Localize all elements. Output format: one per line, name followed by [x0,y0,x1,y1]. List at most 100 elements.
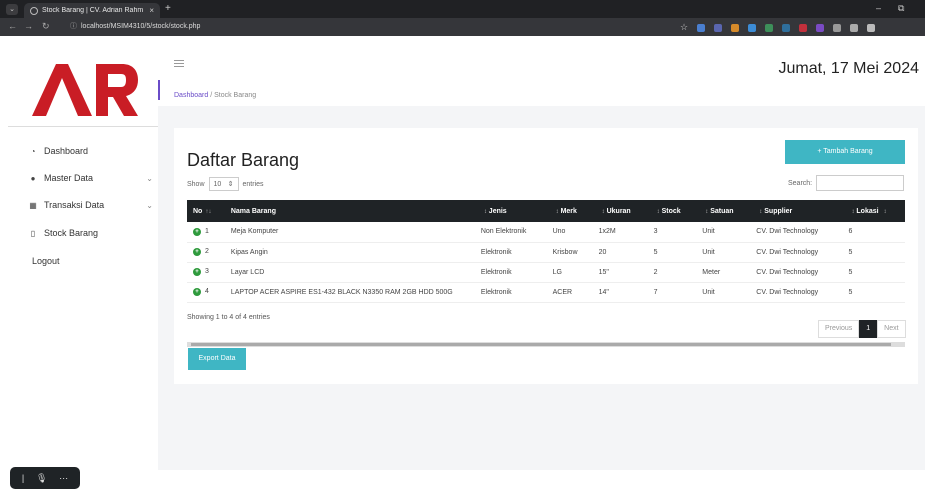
window-restore-button[interactable]: ⧉ [898,3,904,14]
reload-icon[interactable]: ↻ [42,21,50,32]
table-row: +4 LAPTOP ACER ASPIRE ES1-432 BLACK N335… [187,282,905,303]
entries-value: 10 [213,181,222,188]
page-title: Daftar Barang [187,150,300,170]
column-header-stock[interactable]: ↕ Stock [648,200,697,222]
url-text: localhost/MSIM4310/5/stock/stock.php [81,23,201,30]
add-item-button[interactable]: + Tambah Barang [785,140,905,164]
document-icon: ▯ [30,228,36,238]
extension-icon[interactable] [697,23,706,32]
back-icon[interactable]: ← [8,21,17,31]
column-header-jenis[interactable]: ↕ Jenis [475,200,547,222]
column-header-merk[interactable]: ↕ Merk [547,200,593,222]
extension-icon[interactable] [731,23,740,32]
voice-toolbar: | 🎙 ⋯ [10,467,80,489]
next-page-button[interactable]: Next [877,320,906,338]
dashboard-icon: ◔ [30,146,36,156]
sidebar-item-stock-barang[interactable]: ▯ Stock Barang [28,228,153,238]
sidebar-item-label: Master Data [44,173,94,183]
sidebar-item-label: Transaksi Data [44,200,105,210]
expand-row-icon[interactable]: + [193,268,201,276]
stock-table: No ↑↓ Nama Barang ↕ Jenis ↕ Merk ↕ Ukuran… [187,200,905,303]
site-info-icon[interactable]: ⓘ [70,20,77,34]
sort-icon: ↕ [705,208,709,215]
sidebar-item-transaksi-data[interactable]: ▦ Transaksi Data ⌄ [28,200,153,210]
scrollbar-thumb[interactable] [191,343,891,346]
column-header-lokasi[interactable]: ↕ Lokasi ↕ [842,200,905,222]
browser-tab-bar: ⌄ Stock Barang | CV. Adrian Rahm × + – ⧉ [0,0,925,18]
table-row: +3 Layar LCD Elektronik LG 15" 2 Meter C… [187,262,905,283]
entries-label: entries [242,180,264,188]
column-header-ukuran[interactable]: ↕ Ukuran [593,200,648,222]
tab-search-icon[interactable]: ⌄ [6,4,18,15]
expand-row-icon[interactable]: + [193,288,201,296]
sidebar-item-label: Dashboard [44,146,89,156]
sidebar-item-master-data[interactable]: ● Master Data ⌄ [28,173,153,183]
footer [158,470,925,503]
previous-page-button[interactable]: Previous [818,320,860,338]
extensions-puzzle-icon[interactable] [850,23,859,32]
breadcrumb: Dashboard / Stock Barang [174,92,256,99]
sort-icon: ↕ [759,208,763,215]
browser-tab[interactable]: Stock Barang | CV. Adrian Rahm × [24,3,160,18]
search-label: Search: [788,179,813,187]
extension-icon[interactable] [714,23,723,32]
favicon-icon [30,6,38,15]
window-minimize-button[interactable]: – [876,3,881,13]
pagination: Previous 1 Next [818,320,906,338]
column-header-satuan[interactable]: ↕ Satuan [696,200,750,222]
microphone-icon[interactable]: 🎙 [36,473,47,484]
table-info: Showing 1 to 4 of 4 entries [187,314,270,321]
sort-icon: ↕ [851,208,855,215]
extension-icon[interactable] [816,23,825,32]
bookmark-star-icon[interactable]: ☆ [680,22,688,33]
sort-icon: ↑↓ [205,208,212,215]
entries-select[interactable]: 10 ⇕ [208,177,239,191]
profile-icon[interactable] [867,23,876,32]
extension-icon[interactable] [833,23,842,32]
table-header-row: No ↑↓ Nama Barang ↕ Jenis ↕ Merk ↕ Ukuran… [187,200,905,222]
extension-icon[interactable] [748,23,757,32]
extension-icon[interactable] [765,23,774,32]
horizontal-scrollbar[interactable] [187,342,905,347]
column-header-nama-barang[interactable]: Nama Barang [225,200,475,222]
url-field[interactable]: ⓘ localhost/MSIM4310/5/stock/stock.php [70,20,670,34]
extension-icon[interactable] [799,23,808,32]
sidebar-item-label: Logout [32,256,60,266]
company-logo[interactable] [30,58,140,118]
tab-close-icon[interactable]: × [149,6,154,15]
chevron-down-icon: ⌄ [146,200,153,210]
sort-icon: ↕ [483,208,487,215]
sidebar-item-logout[interactable]: Logout [32,256,157,266]
breadcrumb-dashboard-link[interactable]: Dashboard [174,92,208,99]
database-icon: ● [30,173,36,183]
export-data-button[interactable]: Export Data [188,348,246,370]
tab-title: Stock Barang | CV. Adrian Rahm [42,7,144,14]
sidebar: ◔ Dashboard ● Master Data ⌄ ▦ Transaksi … [0,36,158,503]
more-options-icon[interactable]: ⋯ [59,473,68,484]
search-input[interactable] [816,175,905,191]
page-1-button[interactable]: 1 [859,320,878,338]
address-bar: ← → ↻ ⓘ localhost/MSIM4310/5/stock/stock… [0,18,925,36]
expand-row-icon[interactable]: + [193,227,201,236]
show-label: Show [187,180,205,188]
column-header-no[interactable]: No ↑↓ [187,200,225,222]
extension-icon[interactable] [782,23,791,32]
table-row: +1 Meja Komputer Non Elektronik Uno 1x2M… [187,222,905,243]
column-header-supplier[interactable]: ↕ Supplier [750,200,842,222]
new-tab-button[interactable]: + [165,4,171,14]
sidebar-item-label: Stock Barang [44,228,99,238]
table-search: Search: [788,175,905,191]
forward-icon[interactable]: → [24,21,33,31]
breadcrumb-separator: / [210,92,213,99]
hamburger-menu-icon[interactable] [174,60,184,69]
expand-row-icon[interactable]: + [193,248,201,256]
sort-icon: ↕ [656,208,660,215]
sort-icon: ↕ [555,208,559,215]
table-row: +2 Kipas Angin Elektronik Krisbow 20 5 U… [187,242,905,263]
current-date: Jumat, 17 Mei 2024 [778,60,919,77]
select-arrows-icon: ⇕ [227,181,234,188]
sidebar-item-dashboard[interactable]: ◔ Dashboard [28,146,153,156]
table-icon: ▦ [29,200,37,210]
pipe-icon: | [21,473,25,483]
stock-card: Daftar Barang + Tambah Barang Show 10 ⇕ … [174,128,918,384]
